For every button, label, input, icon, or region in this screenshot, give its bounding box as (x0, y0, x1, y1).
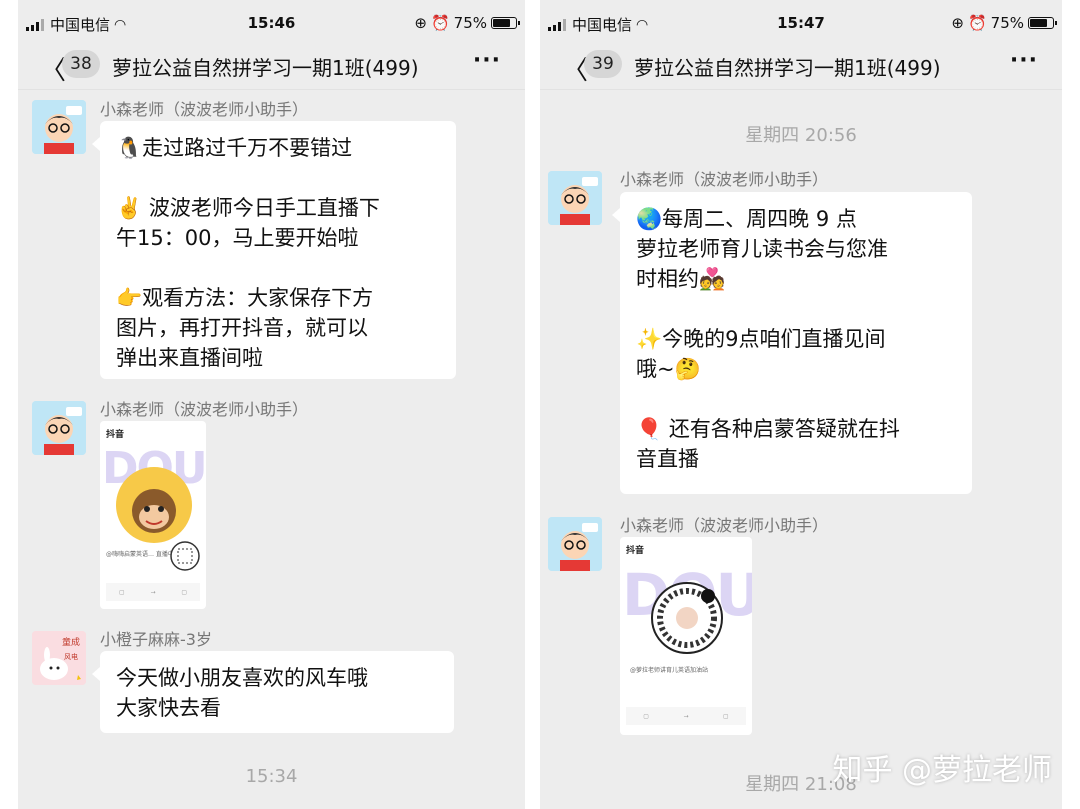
alarm-icon: ⏰ (967, 14, 987, 32)
shared-image-douyin[interactable]: 抖音 DOU @嗨嗨启蒙英语… 直播中 ▢→▢ (100, 421, 206, 609)
battery-percent: 75% (990, 14, 1024, 32)
chat-timestamp: 星期四 20:56 (745, 125, 857, 146)
image-caption: @嗨嗨启蒙英语… 直播中 (106, 551, 174, 558)
message-bubble[interactable]: 今天做小朋友喜欢的风车哦 大家快去看 (92, 651, 454, 733)
chat-title: 萝拉公益自然拼学习一期1班(499) (634, 56, 941, 80)
shared-image-douyin[interactable]: 抖音 DOU @萝拉老师讲育儿英语加油站 ▢→▢ (620, 537, 752, 735)
image-footer: ▢ → ▢ (106, 583, 200, 601)
chat-header: 〈 38 萝拉公益自然拼学习一期1班(499) ··· (18, 40, 525, 90)
chat-timestamp: 15:34 (245, 766, 298, 787)
image-footer: ▢ → ▢ (626, 707, 746, 725)
zhihu-watermark: 知乎 @萝拉老师 (832, 753, 1052, 788)
alarm-icon: ⏰ (430, 14, 450, 32)
orientation-lock-icon: ⊕ (951, 14, 964, 32)
message-text: ✨今晚的9点咱们直播见间 哦~🤔 (636, 327, 886, 381)
svg-text:风电: 风电 (64, 652, 78, 661)
status-bar: 中国电信 ◠ 15:46 ⊕ ⏰ 75% (18, 10, 525, 38)
message-bubble[interactable]: 🌏每周二、周四晚 9 点 萝拉老师育儿读书会与您准 时相约💑 ✨今晚的9点咱们直… (612, 192, 972, 494)
more-icon[interactable]: ··· (473, 48, 501, 73)
battery-icon (491, 17, 520, 29)
more-icon[interactable]: ··· (1010, 48, 1038, 73)
monkey-mascot-image (116, 467, 192, 543)
avatar-xiaosen[interactable] (548, 171, 602, 225)
chat-screen-right: 中国电信 ◠ 15:47 ⊕ ⏰ 75% 〈 39 萝拉公益自然拼学习一期1班(… (540, 0, 1062, 809)
douyin-logo: 抖音 (626, 546, 645, 556)
douyin-logo: 抖音 (106, 430, 125, 440)
sender-name: 小橙子麻麻-3岁 (100, 630, 212, 649)
message-text: 今天做小朋友喜欢的风车哦 大家快去看 (116, 666, 368, 720)
unread-count-badge[interactable]: 38 (62, 50, 100, 78)
message-text: 👉观看方法：大家保存下方 图片，再打开抖音，就可以 弹出来直播间啦 (116, 286, 374, 370)
message-bubble[interactable]: 🐧走过路过千万不要错过 ✌️ 波波老师今日手工直播下 午15：00，马上要开始啦… (92, 121, 456, 379)
image-caption: @萝拉老师讲育儿英语加油站 (630, 667, 709, 674)
orientation-lock-icon: ⊕ (414, 14, 427, 32)
avatar-xiaosen[interactable] (32, 100, 86, 154)
battery-percent: 75% (453, 14, 487, 32)
message-text: 🌏每周二、周四晚 9 点 萝拉老师育儿读书会与您准 时相约💑 (636, 207, 888, 291)
avatar-xiaochengzi[interactable]: 童成 风电 (32, 631, 86, 685)
message-text: ✌️ 波波老师今日手工直播下 午15：00，马上要开始啦 (116, 196, 380, 250)
sender-name: 小森老师（波波老师小助手） (100, 100, 309, 119)
message-text: 🐧走过路过千万不要错过 (116, 136, 353, 160)
unread-count-badge[interactable]: 39 (584, 50, 622, 78)
battery-icon (1028, 17, 1057, 29)
svg-text:童成: 童成 (62, 636, 80, 648)
status-bar: 中国电信 ◠ 15:47 ⊕ ⏰ 75% (540, 10, 1062, 38)
chat-title: 萝拉公益自然拼学习一期1班(499) (112, 56, 419, 80)
avatar-xiaosen[interactable] (32, 401, 86, 455)
sender-name: 小森老师（波波老师小助手） (620, 170, 829, 189)
message-text: 🎈 还有各种启蒙答疑就在抖 音直播 (636, 417, 900, 471)
avatar-xiaosen[interactable] (548, 517, 602, 571)
qr-code-icon (170, 541, 200, 571)
chat-screen-left: 中国电信 ◠ 15:46 ⊕ ⏰ 75% 〈 38 萝拉公益自然拼学习一期1班(… (18, 0, 525, 809)
chat-header: 〈 39 萝拉公益自然拼学习一期1班(499) ··· (540, 40, 1062, 90)
sender-name: 小森老师（波波老师小助手） (100, 400, 309, 419)
qr-code-image (651, 582, 723, 654)
sender-name: 小森老师（波波老师小助手） (620, 516, 829, 535)
